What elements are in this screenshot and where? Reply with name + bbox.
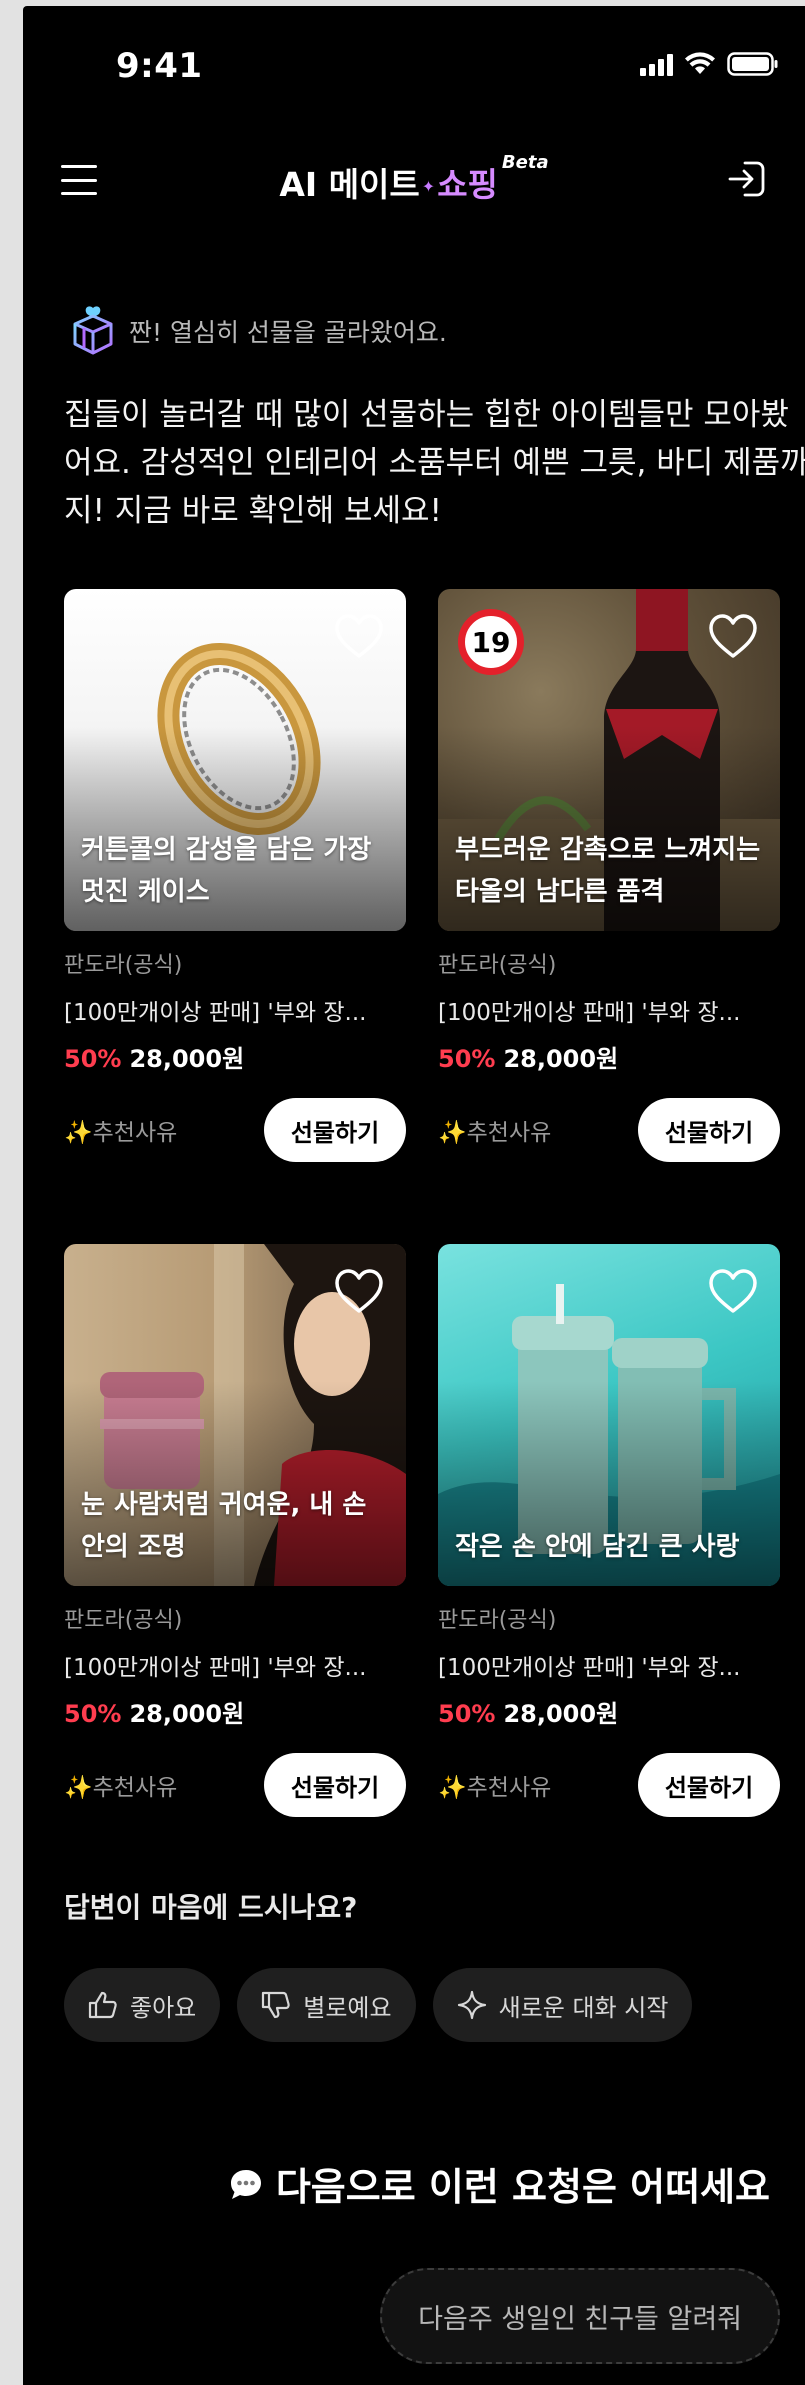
product-actions: ✨추천사유 선물하기 [64,1753,406,1817]
recommend-reason-label: 추천사유 [92,1775,178,1801]
sparkle-icon: ✨ [438,1775,467,1801]
suggestion-chip[interactable]: 다음주 생일인 친구들 알려줘 [380,2268,780,2364]
wifi-icon [685,52,715,74]
product-card[interactable]: 작은 손 안에 담긴 큰 사랑 판도라(공식) [100만개이상 판매] '부와… [438,1244,780,1817]
intro-subtitle: 짠! 열심히 선물을 골라왔어요. [129,318,447,347]
gift-button[interactable]: 선물하기 [264,1098,406,1162]
sparkle-icon [457,1990,486,2020]
beta-badge: Beta [501,152,549,173]
gift-button[interactable]: 선물하기 [638,1753,780,1817]
product-discount: 50% [438,1700,496,1728]
product-brand: 판도라(공식) [438,1608,557,1633]
heart-icon[interactable] [334,613,384,659]
product-discount: 50% [64,1045,122,1073]
product-price-row: 50% 28,000원 [438,1694,780,1729]
recommend-reason-label: 추천사유 [466,1120,552,1146]
gift-button[interactable]: 선물하기 [638,1098,780,1162]
login-icon[interactable] [725,157,769,201]
next-request-heading: 다음으로 이런 요청은 어떠세요 [228,2156,770,2211]
new-chat-button[interactable]: 새로운 대화 시작 [432,1968,693,2042]
status-icons [640,52,779,76]
product-price: 28,000원 [503,1700,619,1728]
next-request-title: 다음으로 이런 요청은 어떠세요 [275,2165,770,2209]
product-card[interactable]: 커튼콜의 감성을 담은 가장 멋진 케이스 판도라(공식) [100만개이상 판… [64,589,406,1162]
logo-accent: 쇼핑 [437,165,498,204]
heart-icon[interactable] [708,613,758,659]
recommend-reason[interactable]: ✨추천사유 [438,1768,551,1802]
feedback-question: 답변이 마음에 드시나요? [64,1891,358,1924]
sparkle-icon: ✨ [64,1775,93,1801]
thumbs-down-icon [262,1991,290,2019]
recommend-reason[interactable]: ✨추천사유 [64,1113,177,1147]
product-name: [100만개이상 판매] '부와 장... [438,1655,741,1681]
feedback-actions: 좋아요 별로예요 새로운 대화 시작 [64,1968,693,2042]
intro-message: 집들이 놀러갈 때 많이 선물하는 힙한 아이템들만 모아봤어요. 감성적인 인… [64,397,805,529]
thumbs-up-icon [88,1991,117,2019]
status-bar: 9:41 [23,6,805,131]
product-image[interactable]: 19 부드러운 감촉으로 느껴지는 타올의 남다른 품격 [438,589,780,931]
product-actions: ✨추천사유 선물하기 [438,1098,780,1162]
product-caption: 부드러운 감촉으로 느껴지는 타올의 남다른 품격 [455,835,761,907]
logo-main: AI 메이트 [279,165,420,204]
product-price: 28,000원 [129,1045,245,1073]
heart-icon[interactable] [334,1268,384,1314]
sparkle-icon: ✨ [438,1120,467,1146]
dislike-button[interactable]: 별로예요 [237,1968,416,2042]
like-label: 좋아요 [130,1993,197,2022]
intro-header: 짠! 열심히 선물을 골라왔어요. [71,306,447,356]
app-screen: 9:41 AI 메이트 ✦쇼핑Beta 짠! 열심히 선물을 골라왔어요. 집들… [23,6,805,2385]
product-caption: 눈 사람처럼 귀여운, 내 손 안의 조명 [81,1490,367,1562]
product-discount: 50% [438,1045,496,1073]
product-image[interactable]: 눈 사람처럼 귀여운, 내 손 안의 조명 [64,1244,406,1586]
product-name: [100만개이상 판매] '부와 장... [438,1000,741,1026]
sparkle-icon: ✨ [64,1120,93,1146]
app-logo: AI 메이트 ✦쇼핑Beta [23,152,805,206]
heart-icon[interactable] [708,1268,758,1314]
product-brand: 판도라(공식) [438,953,557,978]
product-price-row: 50% 28,000원 [64,1039,406,1074]
dislike-label: 별로예요 [303,1993,392,2022]
product-name: [100만개이상 판매] '부와 장... [64,1655,367,1681]
product-caption: 작은 손 안에 담긴 큰 사랑 [455,1532,740,1562]
product-price-row: 50% 28,000원 [64,1694,406,1729]
recommend-reason[interactable]: ✨추천사유 [438,1113,551,1147]
product-price-row: 50% 28,000원 [438,1039,780,1074]
like-button[interactable]: 좋아요 [64,1968,221,2042]
product-image[interactable]: 커튼콜의 감성을 담은 가장 멋진 케이스 [64,589,406,931]
gift-box-icon [73,306,113,355]
product-brand: 판도라(공식) [64,1608,183,1633]
product-image[interactable]: 작은 손 안에 담긴 큰 사랑 [438,1244,780,1586]
recommend-reason-label: 추천사유 [92,1120,178,1146]
product-actions: ✨추천사유 선물하기 [438,1753,780,1817]
speech-bubble-icon [230,2169,261,2199]
product-caption: 커튼콜의 감성을 담은 가장 멋진 케이스 [81,835,372,907]
product-grid: 커튼콜의 감성을 담은 가장 멋진 케이스 판도라(공식) [100만개이상 판… [64,589,782,1817]
recommend-reason-label: 추천사유 [466,1775,552,1801]
product-price: 28,000원 [503,1045,619,1073]
product-price: 28,000원 [129,1700,245,1728]
product-actions: ✨추천사유 선물하기 [64,1098,406,1162]
new-chat-label: 새로운 대화 시작 [498,1993,669,2022]
cellular-signal-icon [640,54,673,76]
product-brand: 판도라(공식) [64,953,183,978]
logo-sparkle-icon: ✦ [421,177,436,196]
product-discount: 50% [64,1700,122,1728]
status-time: 9:41 [116,46,203,86]
product-card[interactable]: 눈 사람처럼 귀여운, 내 손 안의 조명 판도라(공식) [100만개이상 판… [64,1244,406,1817]
recommend-reason[interactable]: ✨추천사유 [64,1768,177,1802]
app-header: AI 메이트 ✦쇼핑Beta [23,141,805,221]
gift-button[interactable]: 선물하기 [264,1753,406,1817]
battery-icon [727,52,778,76]
age-restriction-badge: 19 [458,609,524,675]
product-card[interactable]: 19 부드러운 감촉으로 느껴지는 타올의 남다른 품격 판도라(공식) [10… [438,589,780,1162]
product-name: [100만개이상 판매] '부와 장... [64,1000,367,1026]
